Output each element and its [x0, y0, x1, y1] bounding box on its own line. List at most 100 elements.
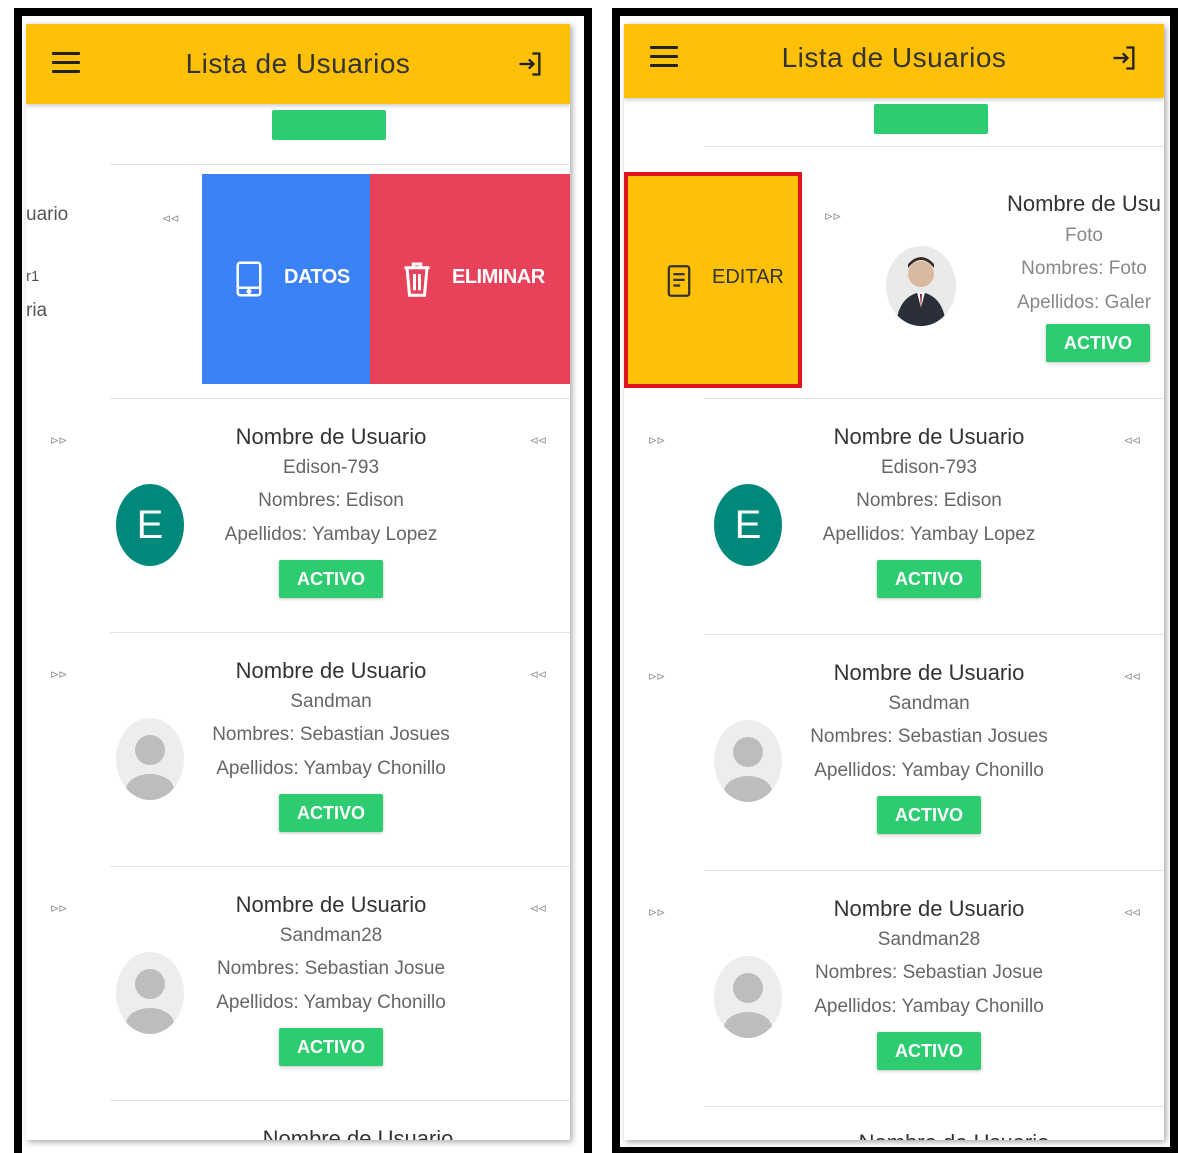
ghost-name: uario — [26, 204, 69, 225]
username: Edison-793 — [880, 457, 978, 478]
user-photo-avatar — [886, 246, 956, 326]
swipe-right-icon: ⊳⊳ — [50, 903, 67, 915]
status-badge-partial — [272, 110, 386, 140]
user-info: Nombre de Usuario Sandman Nombres: Sebas… — [784, 658, 1074, 834]
user-apellidos: Apellidos: Galer — [1016, 292, 1152, 313]
user-apellidos: Apellidos: Yambay Lopez — [224, 524, 438, 545]
user-nombres: Nombres: Sebastian Josues — [810, 726, 1048, 747]
swipe-left-icon: ⊲⊲ — [1123, 435, 1141, 447]
swipe-left-icon: ⊲⊲ — [1123, 907, 1141, 919]
logout-icon[interactable] — [1110, 44, 1138, 72]
document-icon — [667, 265, 691, 297]
list-item-partial-bottom: Nombre de Usuario — [624, 1130, 1164, 1140]
avatar-placeholder-icon — [714, 720, 782, 802]
divider — [704, 1106, 1164, 1107]
app-bar: Lista de Usuarios — [624, 24, 1164, 98]
ghost-line: ria — [26, 300, 48, 321]
divider — [704, 870, 1164, 871]
list-item[interactable]: ⊳⊳ ⊲⊲ Nombre de Usuario Sandman28 Nombre… — [624, 870, 1164, 1102]
user-info: Nombre de Usuario Edison-793 Nombres: Ed… — [784, 422, 1074, 598]
avatar: E — [116, 484, 184, 566]
divider — [110, 164, 570, 165]
user-nombres: Nombres: Sebastian Josue — [216, 958, 446, 979]
status-badge-partial — [874, 104, 988, 134]
logout-icon[interactable] — [516, 50, 544, 78]
page-title: Lista de Usuarios — [781, 42, 1007, 73]
status-badge[interactable]: ACTIVO — [278, 794, 383, 832]
phone-icon — [236, 261, 262, 297]
user-nombres: Nombres: Edison — [856, 490, 1002, 511]
divider — [704, 398, 1164, 399]
status-badge[interactable]: ACTIVO — [278, 560, 383, 598]
datos-button[interactable]: DATOS — [202, 174, 370, 384]
divider — [110, 398, 570, 399]
status-badge[interactable]: ACTIVO — [876, 560, 981, 598]
user-apellidos: Apellidos: Yambay Chonillo — [216, 758, 446, 779]
eliminar-button[interactable]: ELIMINAR — [370, 174, 570, 384]
user-info: Nombre de Usuario Sandman Nombres: Sebas… — [186, 656, 476, 832]
user-name-label: Nombre de Usuario — [235, 424, 427, 449]
swipe-left-icon: ⊲⊲ — [529, 669, 547, 681]
avatar-placeholder-icon — [714, 956, 782, 1038]
username: Foto — [1064, 225, 1104, 246]
username: Sandman28 — [877, 929, 981, 950]
divider — [110, 1100, 570, 1101]
ghost-username: r1 — [26, 268, 40, 285]
list-item-swiped[interactable]: uario r1 ria ⊲⊲ DATOS ELIMINAR — [26, 174, 570, 398]
swipe-left-icon: ⊲⊲ — [1123, 671, 1141, 683]
screen-right: Lista de Usuarios EDITAR ⊳⊳ Nombre de Us… — [624, 24, 1164, 1140]
list-item-partial-bottom: Nombre de Usuario — [262, 1126, 454, 1140]
status-badge[interactable]: ACTIVO — [1046, 324, 1151, 362]
screen-left: Lista de Usuarios uario r1 ria ⊲⊲ DATOS … — [26, 24, 570, 1140]
username: Edison-793 — [282, 457, 380, 478]
list-item[interactable]: ⊳⊳ ⊲⊲ Nombre de Usuario Sandman Nombres:… — [624, 634, 1164, 866]
swipe-left-icon: ⊲⊲ — [162, 213, 179, 225]
app-bar: Lista de Usuarios — [26, 24, 570, 104]
user-name-label: Nombre de Usuario — [833, 896, 1025, 921]
user-apellidos: Apellidos: Yambay Chonillo — [216, 992, 446, 1013]
user-name-label: Nombre de Usuario — [235, 658, 427, 683]
swipe-left-icon: ⊲⊲ — [529, 435, 547, 447]
list-item[interactable]: ⊳⊳ ⊲⊲ Nombre de Usuario Sandman28 Nombre… — [26, 866, 570, 1098]
swipe-right-icon: ⊳⊳ — [648, 435, 665, 447]
user-name-label: Nombre de Usuario — [833, 660, 1025, 685]
swipe-right-icon: ⊳⊳ — [50, 669, 67, 681]
divider — [704, 634, 1164, 635]
trash-icon — [404, 262, 430, 297]
divider — [704, 146, 1164, 147]
user-name-label: Nombre de Usu — [1006, 191, 1162, 216]
user-nombres: Nombres: Foto — [1021, 258, 1147, 279]
list-item[interactable]: ⊳⊳ ⊲⊲ Nombre de Usuario Sandman Nombres:… — [26, 632, 570, 864]
user-info: Nombre de Usuario Edison-793 Nombres: Ed… — [186, 422, 476, 598]
user-info: Nombre de Usuario Sandman28 Nombres: Seb… — [186, 890, 476, 1066]
editar-label: EDITAR — [712, 266, 784, 288]
status-badge[interactable]: ACTIVO — [876, 796, 981, 834]
divider — [110, 632, 570, 633]
status-badge[interactable]: ACTIVO — [876, 1032, 981, 1070]
user-name-label: Nombre de Usuario — [833, 424, 1025, 449]
swipe-right-icon: ⊳⊳ — [648, 907, 665, 919]
avatar-placeholder-icon — [116, 952, 184, 1034]
datos-label: DATOS — [284, 266, 350, 288]
list-item[interactable]: ⊳⊳ ⊲⊲ E Nombre de Usuario Edison-793 Nom… — [624, 398, 1164, 630]
user-nombres: Nombres: Sebastian Josues — [212, 724, 450, 745]
status-badge[interactable]: ACTIVO — [278, 1028, 383, 1066]
user-apellidos: Apellidos: Yambay Chonillo — [814, 996, 1044, 1017]
avatar-placeholder-icon — [116, 718, 184, 800]
user-name-label: Nombre de Usuario — [235, 892, 427, 917]
username: Sandman28 — [279, 925, 383, 946]
phone-right: Lista de Usuarios EDITAR ⊳⊳ Nombre de Us… — [612, 8, 1178, 1153]
user-nombres: Nombres: Edison — [258, 490, 404, 511]
swipe-right-icon: ⊳⊳ — [824, 211, 841, 223]
swiped-user-info: Nombre de Usu Foto Nombres: Foto Apellid… — [964, 188, 1164, 320]
divider — [110, 866, 570, 867]
user-info: Nombre de Usuario Sandman28 Nombres: Seb… — [784, 894, 1074, 1070]
swipe-right-icon: ⊳⊳ — [648, 671, 665, 683]
username: Sandman — [290, 691, 372, 712]
eliminar-label: ELIMINAR — [452, 266, 545, 288]
swipe-right-icon: ⊳⊳ — [50, 435, 67, 447]
list-item[interactable]: ⊳⊳ ⊲⊲ E Nombre de Usuario Edison-793 Nom… — [26, 398, 570, 630]
editar-button[interactable]: EDITAR — [624, 172, 802, 388]
page-title: Lista de Usuarios — [185, 48, 411, 79]
user-apellidos: Apellidos: Yambay Chonillo — [814, 760, 1044, 781]
